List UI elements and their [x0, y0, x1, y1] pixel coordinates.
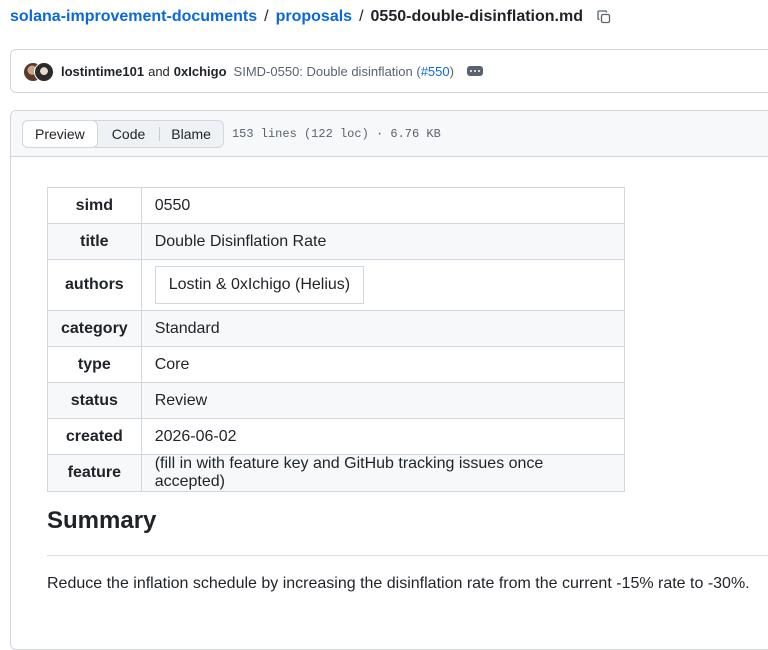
heading-divider — [47, 555, 768, 556]
table-row: created 2026-06-02 — [47, 418, 625, 455]
frontmatter-value: Review — [140, 382, 625, 419]
commit-author-link[interactable]: lostintime101 — [61, 64, 144, 79]
kebab-icon[interactable] — [466, 66, 483, 76]
table-row: status Review — [47, 382, 625, 419]
table-row: type Core — [47, 346, 625, 383]
breadcrumb-separator: / — [359, 8, 364, 25]
commit-and-text: and — [148, 63, 170, 79]
summary-heading: Summary — [47, 507, 157, 534]
frontmatter-value: Double Disinflation Rate — [140, 223, 625, 260]
breadcrumb: solana-improvement-documents / proposals… — [10, 8, 612, 26]
frontmatter-value-cell: Lostin & 0xIchigo (Helius) — [140, 259, 625, 311]
table-row: category Standard — [47, 310, 625, 347]
breadcrumb-separator: / — [264, 8, 269, 25]
breadcrumb-folder-link[interactable]: proposals — [276, 8, 352, 26]
frontmatter-key: simd — [47, 187, 142, 224]
frontmatter-value: Standard — [140, 310, 625, 347]
view-mode-switch: Preview Code Blame — [22, 119, 224, 148]
breadcrumb-repo-link[interactable]: solana-improvement-documents — [10, 8, 257, 26]
summary-paragraph: Reduce the inflation schedule by increas… — [47, 575, 750, 592]
table-row: simd 0550 — [47, 187, 625, 224]
frontmatter-key: created — [47, 418, 142, 455]
pull-request-link[interactable]: #550 — [421, 64, 450, 79]
breadcrumb-file-name: 0550-double-disinflation.md — [370, 8, 583, 25]
frontmatter-key: authors — [47, 259, 142, 311]
table-row: title Double Disinflation Rate — [47, 223, 625, 260]
frontmatter-table: simd 0550 title Double Disinflation Rate… — [47, 187, 625, 492]
commit-message-end: ) — [449, 63, 454, 79]
frontmatter-key: status — [47, 382, 142, 419]
authors-nested-cell: Lostin & 0xIchigo (Helius) — [154, 266, 365, 304]
copy-icon[interactable] — [596, 9, 612, 25]
file-info: 153 lines (122 loc) · 6.76 KB — [231, 126, 441, 141]
commit-author-link[interactable]: 0xIchigo — [174, 64, 227, 79]
latest-commit-bar: lostintime101 and 0xIchigo SIMD-0550: Do… — [10, 49, 768, 93]
frontmatter-value: (fill in with feature key and GitHub tra… — [140, 454, 625, 492]
commit-message-text[interactable]: SIMD-0550: Double disinflation ( — [234, 64, 421, 79]
avatar[interactable] — [23, 60, 55, 82]
frontmatter-key: title — [47, 223, 142, 260]
tab-blame[interactable]: Blame — [159, 121, 223, 147]
table-row: authors Lostin & 0xIchigo (Helius) — [47, 259, 625, 311]
frontmatter-key: feature — [47, 454, 142, 492]
tab-code[interactable]: Code — [97, 121, 159, 147]
frontmatter-key: type — [47, 346, 142, 383]
tab-preview[interactable]: Preview — [22, 119, 98, 148]
file-header: Preview Code Blame 153 lines (122 loc) ·… — [11, 111, 768, 157]
frontmatter-value: 0550 — [140, 187, 625, 224]
frontmatter-value: Core — [140, 346, 625, 383]
commit-message[interactable]: SIMD-0550: Double disinflation (#550) — [234, 64, 454, 79]
file-view: Preview Code Blame 153 lines (122 loc) ·… — [10, 110, 768, 650]
frontmatter-value: 2026-06-02 — [140, 418, 625, 455]
frontmatter-key: category — [47, 310, 142, 347]
table-row: feature (fill in with feature key and Gi… — [47, 454, 625, 492]
